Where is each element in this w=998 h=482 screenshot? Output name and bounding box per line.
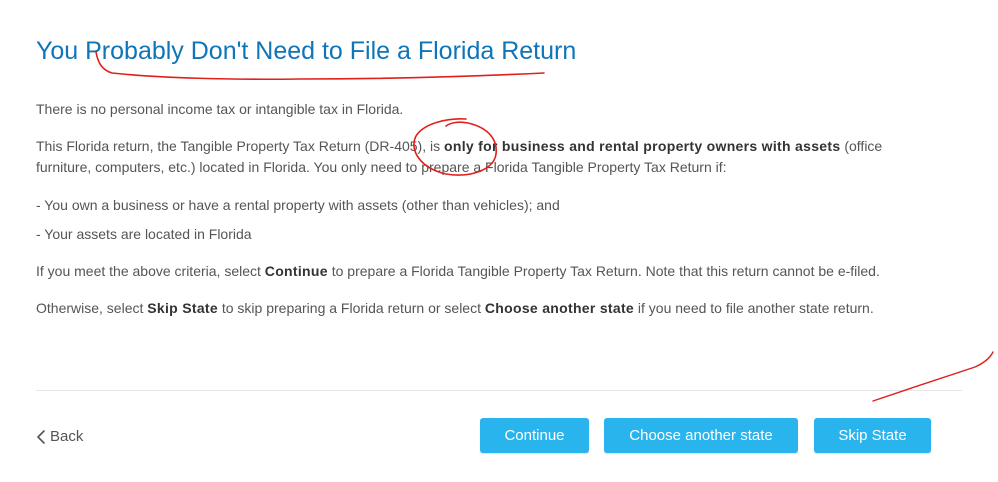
skip-instruction-start: Otherwise, select <box>36 300 148 316</box>
back-label: Back <box>50 428 84 445</box>
page-title: You Probably Don't Need to File a Florid… <box>36 37 577 65</box>
criteria-item-business: - You own a business or have a rental pr… <box>36 195 936 216</box>
continue-instruction-paragraph: If you meet the above criteria, select C… <box>36 261 936 282</box>
intro-paragraph: There is no personal income tax or intan… <box>36 99 936 120</box>
skip-instruction-emphasis-choose: Choose another state <box>484 300 635 316</box>
intro-text: There is no personal income tax or intan… <box>36 101 404 117</box>
skip-instruction-end: if you need to file another state return… <box>634 300 874 316</box>
criteria-text-business: - You own a business or have a rental pr… <box>36 197 560 213</box>
continue-instruction-end: to prepare a Florida Tangible Property T… <box>327 263 880 279</box>
page: You Probably Don't Need to File a Florid… <box>0 0 998 482</box>
criteria-text-location: - Your assets are located in Florida <box>36 226 252 242</box>
continue-button[interactable]: Continue <box>480 418 589 453</box>
footer-divider <box>36 390 962 391</box>
return-description-emphasis: only for business and rental property ow… <box>444 138 841 154</box>
continue-instruction-emphasis: Continue <box>264 263 328 279</box>
skip-state-button[interactable]: Skip State <box>814 418 931 453</box>
return-description-paragraph: This Florida return, the Tangible Proper… <box>36 136 936 178</box>
continue-instruction-start: If you meet the above criteria, select <box>36 263 265 279</box>
back-link[interactable]: Back <box>36 428 83 445</box>
chevron-left-icon <box>36 429 46 445</box>
skip-state-arrow-annotation <box>872 351 994 402</box>
return-description-text-start: This Florida return, the Tangible Proper… <box>36 138 444 154</box>
skip-instruction-paragraph: Otherwise, select Skip State to skip pre… <box>36 298 936 319</box>
criteria-item-location: - Your assets are located in Florida <box>36 224 936 245</box>
skip-instruction-middle: to skip preparing a Florida return or se… <box>217 300 485 316</box>
skip-instruction-emphasis-skip: Skip State <box>147 300 218 316</box>
choose-another-state-button[interactable]: Choose another state <box>604 418 798 453</box>
